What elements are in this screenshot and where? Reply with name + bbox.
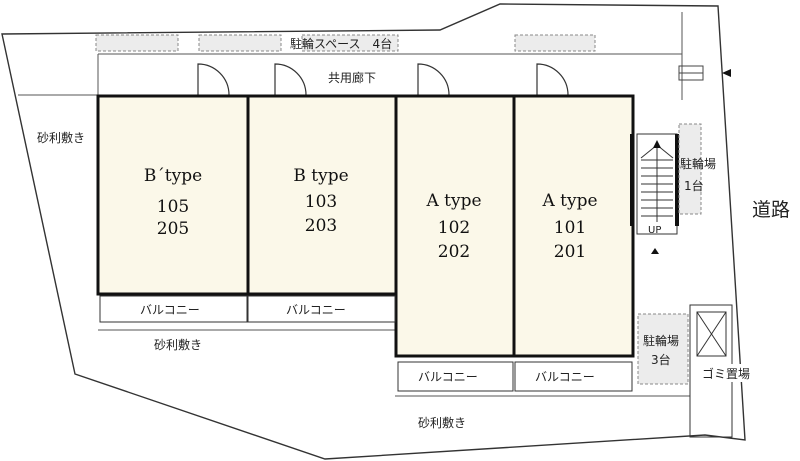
bike-space-top-label: 駐輪スペース 4台 (290, 36, 392, 51)
gravel-label-left: 砂利敷き (37, 130, 85, 145)
unit-number-103: 103 (305, 192, 337, 212)
road-label: 道路 (752, 199, 790, 221)
entrance-arrow-icon (722, 69, 731, 77)
bike-parking-lower-label2: 3台 (651, 352, 671, 367)
garbage-label: ゴミ置場 (702, 366, 750, 381)
unit-105 (96, 94, 250, 296)
unit-number-102: 102 (438, 218, 470, 238)
balcony-label-101: バルコニー (535, 370, 595, 384)
unit-number-205: 205 (157, 219, 189, 239)
unit-type-105: B´type (144, 166, 202, 186)
gravel-label-mid: 砂利敷き (154, 337, 202, 352)
unit-number-105: 105 (157, 197, 189, 217)
unit-type-101: A type (541, 191, 597, 211)
balcony-label-105: バルコニー (140, 303, 200, 317)
bike-parking-lower-label1: 駐輪場 (643, 333, 679, 348)
unit-number-203: 203 (305, 216, 337, 236)
floor-plan: 駐輪スペース 4台 共用廊下 B´type 105 205 B type 103… (1, 3, 790, 460)
unit-type-102: A type (425, 191, 481, 211)
bike-parking-lower (637, 313, 689, 385)
bike-parking-right-label1: 駐輪場 (680, 156, 716, 171)
unit-number-202: 202 (438, 242, 470, 262)
gravel-label-bottom: 砂利敷き (418, 415, 466, 430)
unit-number-101: 101 (554, 218, 586, 238)
unit-type-103: B type (293, 166, 348, 186)
bike-parking-right-label2: 1台 (684, 178, 704, 193)
corridor-label: 共用廊下 (328, 70, 376, 85)
stairs-up-label: UP (648, 225, 661, 236)
unit-number-201: 201 (554, 242, 586, 262)
balcony-label-102: バルコニー (418, 370, 478, 384)
balcony-label-103: バルコニー (286, 303, 346, 317)
